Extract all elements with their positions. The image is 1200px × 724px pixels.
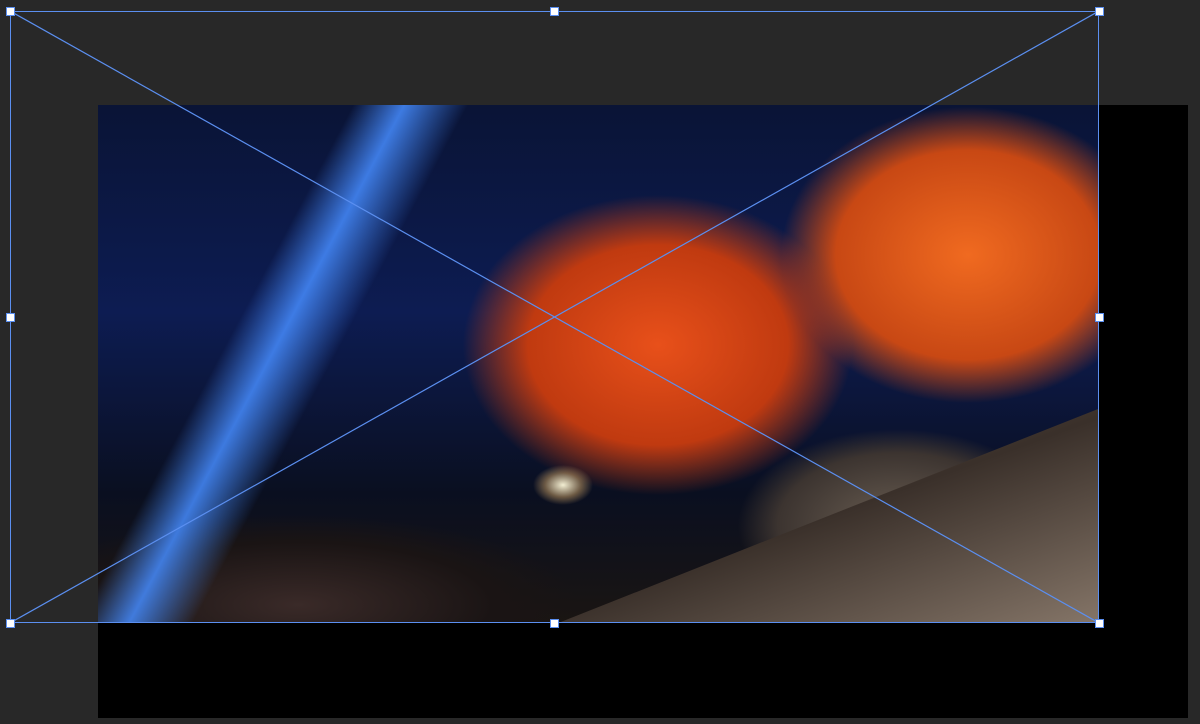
- resize-handle-right[interactable]: [1095, 313, 1104, 322]
- resize-handle-bottom[interactable]: [550, 619, 559, 628]
- resize-handle-top[interactable]: [550, 7, 559, 16]
- resize-handle-bottom-left[interactable]: [6, 619, 15, 628]
- resize-handle-top-left[interactable]: [6, 7, 15, 16]
- video-frame-image[interactable]: [98, 105, 1099, 623]
- resize-handle-left[interactable]: [6, 313, 15, 322]
- photo-stone-wall: [528, 405, 1099, 623]
- resize-handle-bottom-right[interactable]: [1095, 619, 1104, 628]
- resize-handle-top-right[interactable]: [1095, 7, 1104, 16]
